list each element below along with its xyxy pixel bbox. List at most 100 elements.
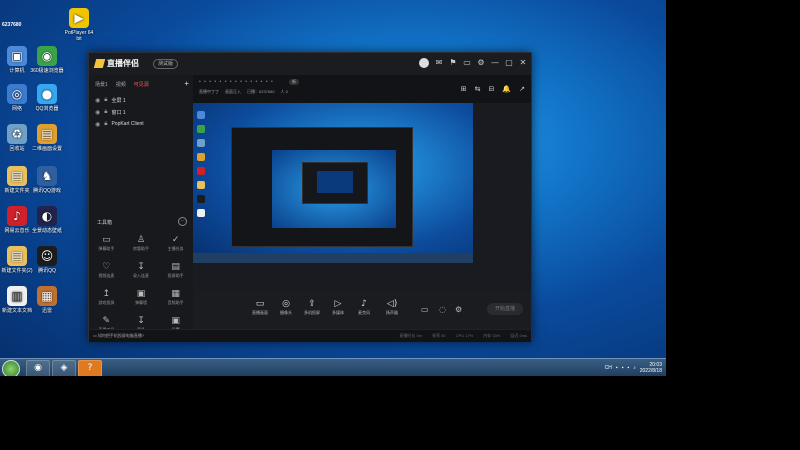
tool-item[interactable]: ▭ 弹幕助手 [89,235,124,252]
panel-icon[interactable]: ⊟ [489,85,495,93]
toolbox-title: 工具箱 [97,220,113,226]
desktop-icon-browser360[interactable]: ◉ 360极速浏览器 [30,46,64,74]
ctrl-multi-cast[interactable]: ⇪ 多机投屏 [301,299,323,316]
record-icon[interactable]: ▭ [421,305,429,314]
eye-icon[interactable]: ◉ [95,121,100,128]
desktop-icon-label: 计算机 [9,68,25,74]
desktop-icon-qqgame[interactable]: ♞ 腾讯QQ游戏 [30,166,64,194]
scene-info-item: 已播：6237680 [247,89,275,94]
stat-item: 内存 33% [483,333,501,338]
ctrl-camera[interactable]: ◎ 摄像头 [275,299,297,316]
preview-taskbar [193,253,473,263]
avatar[interactable] [419,58,429,68]
version-badge[interactable]: 测试版 [153,59,179,69]
scene-info-item: 画面正入 [225,89,241,94]
tool-icon: ▦ [171,289,180,299]
left-panel: 场景1 视频 可见源 + ◉ 🔒︎ 全屏 1 ◉ 🔒︎ 窗口 1 ◉ 🔒︎ Po… [89,75,193,332]
toolbox-collapse-icon[interactable]: − [178,217,187,226]
status-bar: ▭ 如何把手机投屏电脑直播? 直播时长 0m 帧率 60 CPU 17% 内存 … [89,329,531,342]
desktop-icon-folder1[interactable]: ▤ 二维画面设置 [30,124,64,152]
volume-icon[interactable]: ♪ [633,365,636,371]
source-item[interactable]: ◉ 🔒︎ PopKart Client [89,118,193,130]
mail-icon[interactable]: ✉ [435,59,443,67]
tool-item[interactable]: ▣ 弹幕墙 [124,289,159,306]
lock-icon[interactable]: 🔒︎ [104,120,107,128]
desktop-icon-qqbrowser[interactable]: ● QQ浏览器 [30,84,64,112]
close-icon[interactable]: ✕ [519,59,527,67]
lock-icon[interactable]: 🔒︎ [104,96,107,104]
settings-gear-icon[interactable]: ⚙ [455,305,462,314]
tool-item[interactable]: ↥ 游戏投屏 [89,289,124,306]
start-button[interactable] [2,360,20,376]
desktop-icon-label: 二维画面设置 [31,146,62,152]
desktop-icon-wallpaper[interactable]: ◐ 全景动态壁纸 [30,206,64,234]
lock-icon[interactable]: 🔒︎ [104,108,107,116]
letterbox-bottom [0,376,666,450]
start-live-button[interactable]: 开始直播 [487,303,523,315]
ctrl-mic[interactable]: ♪ 麦克风 [353,299,375,316]
desktop-icon-qq[interactable]: ☺ 腾讯QQ [30,246,64,274]
maximize-icon[interactable]: ▢ [505,59,513,67]
ctrl-label: 多机投屏 [304,310,320,315]
tab-visible-sources[interactable]: 可见源 [134,81,149,88]
tool-item[interactable]: ✓ 主播任务 [158,235,193,252]
clock-date: 2022/8/18 [639,368,662,374]
tool-item[interactable]: ↧ 录入连麦 [124,262,159,279]
swap-icon[interactable]: ⇆ [475,85,481,93]
ctrl-speaker[interactable]: ◁) 扬声器 [381,299,403,316]
app-name: 直播伴侣 [107,59,139,68]
left-tabs: 场景1 视频 可见源 + [89,75,193,89]
flag-icon[interactable]: ⚑ [449,59,457,67]
desktop-icon-label: 全景动态壁纸 [31,228,62,234]
add-source-icon[interactable]: + [184,80,189,88]
desktop-icon-netease[interactable]: ♪ 网易云音乐 [0,206,34,234]
tool-item[interactable]: ♙ 房管助手 [124,235,159,252]
preview-canvas[interactable] [193,103,531,291]
desktop-icon-folder2[interactable]: ▤ 新建文件夹 [0,166,34,194]
ctrl-media[interactable]: ▷ 多媒体 [327,299,349,316]
source-item[interactable]: ◉ 🔒︎ 全屏 1 [89,94,193,106]
screen-icon[interactable]: ▭ [463,59,471,67]
tool-icon: ↥ [102,289,111,299]
status-tip-link[interactable]: ▭ 如何把手机投屏电脑直播? [93,333,144,339]
desktop-icon-recycle[interactable]: ♻ 回收站 [0,124,34,152]
language-indicator[interactable]: CH [605,365,612,371]
desktop-icon-label: 腾讯QQ [38,268,56,274]
desktop-icon-network[interactable]: ◎ 网络 [0,84,34,112]
bell-icon[interactable]: 🔔 [502,85,511,93]
status-tip-text: 如何把手机投屏电脑直播? [97,333,145,338]
taskbar-app-browser[interactable]: ◉ [26,360,50,376]
bottom-controls: ▭ 直播画面 ◎ 摄像头 ⇪ 多机投屏 ▷ 多媒体 ♪ 麦克风 ◁) 扬声器 ▭ ◌ ⚙ 开… [193,291,531,329]
tool-label: 弹幕助手 [98,246,115,251]
tab-scene[interactable]: 场景1 [95,81,108,88]
desktop-icon-potplayer[interactable]: ▶ PotPlayer 64 bit [62,8,96,42]
source-item[interactable]: ◉ 🔒︎ 窗口 1 [89,106,193,118]
desktop-icon-box[interactable]: ▦ 迅雷 [30,286,64,314]
tab-video[interactable]: 视频 [116,81,126,88]
tray-icon[interactable]: ▪ [616,365,618,371]
speaker-icon: ◁) [386,299,398,309]
minimize-icon[interactable]: — [491,59,499,67]
desktop-icon-folder3[interactable]: ▤ 新建文件夹(2) [0,246,34,274]
gear-icon[interactable]: ⚙ [477,59,485,67]
computer-icon: ▣ [7,46,27,66]
layout-icon[interactable]: ⊞ [461,85,467,93]
share-icon[interactable]: ↗ [519,85,525,93]
tool-item[interactable]: ♡ 视频连麦 [89,262,124,279]
eye-icon[interactable]: ◉ [95,109,100,116]
tray-icon[interactable]: ▪ [627,365,629,371]
desktop-icon-label: 新建文件夹(2) [1,268,33,274]
tool-item[interactable]: ▤ 投屏助手 [158,262,193,279]
desktop-icon-computer[interactable]: ▣ 计算机 [0,46,34,74]
ctrl-live-screen[interactable]: ▭ 直播画面 [249,299,271,316]
tray-icon[interactable]: ▪ [622,365,624,371]
eye-icon[interactable]: ◉ [95,97,100,104]
desktop-icon-doc[interactable]: ▥ 新建文本文档 [0,286,34,314]
tool-item[interactable]: ▦ 音频助手 [158,289,193,306]
clock[interactable]: 20:03 2022/8/18 [640,362,662,374]
taskbar-app-explorer[interactable]: ◈ [52,360,76,376]
beauty-icon[interactable]: ◌ [439,305,446,314]
taskbar-app-streaming[interactable]: ? [78,360,102,376]
ctrl-label: 直播画面 [252,310,268,315]
ctrl-label: 麦克风 [358,310,370,315]
